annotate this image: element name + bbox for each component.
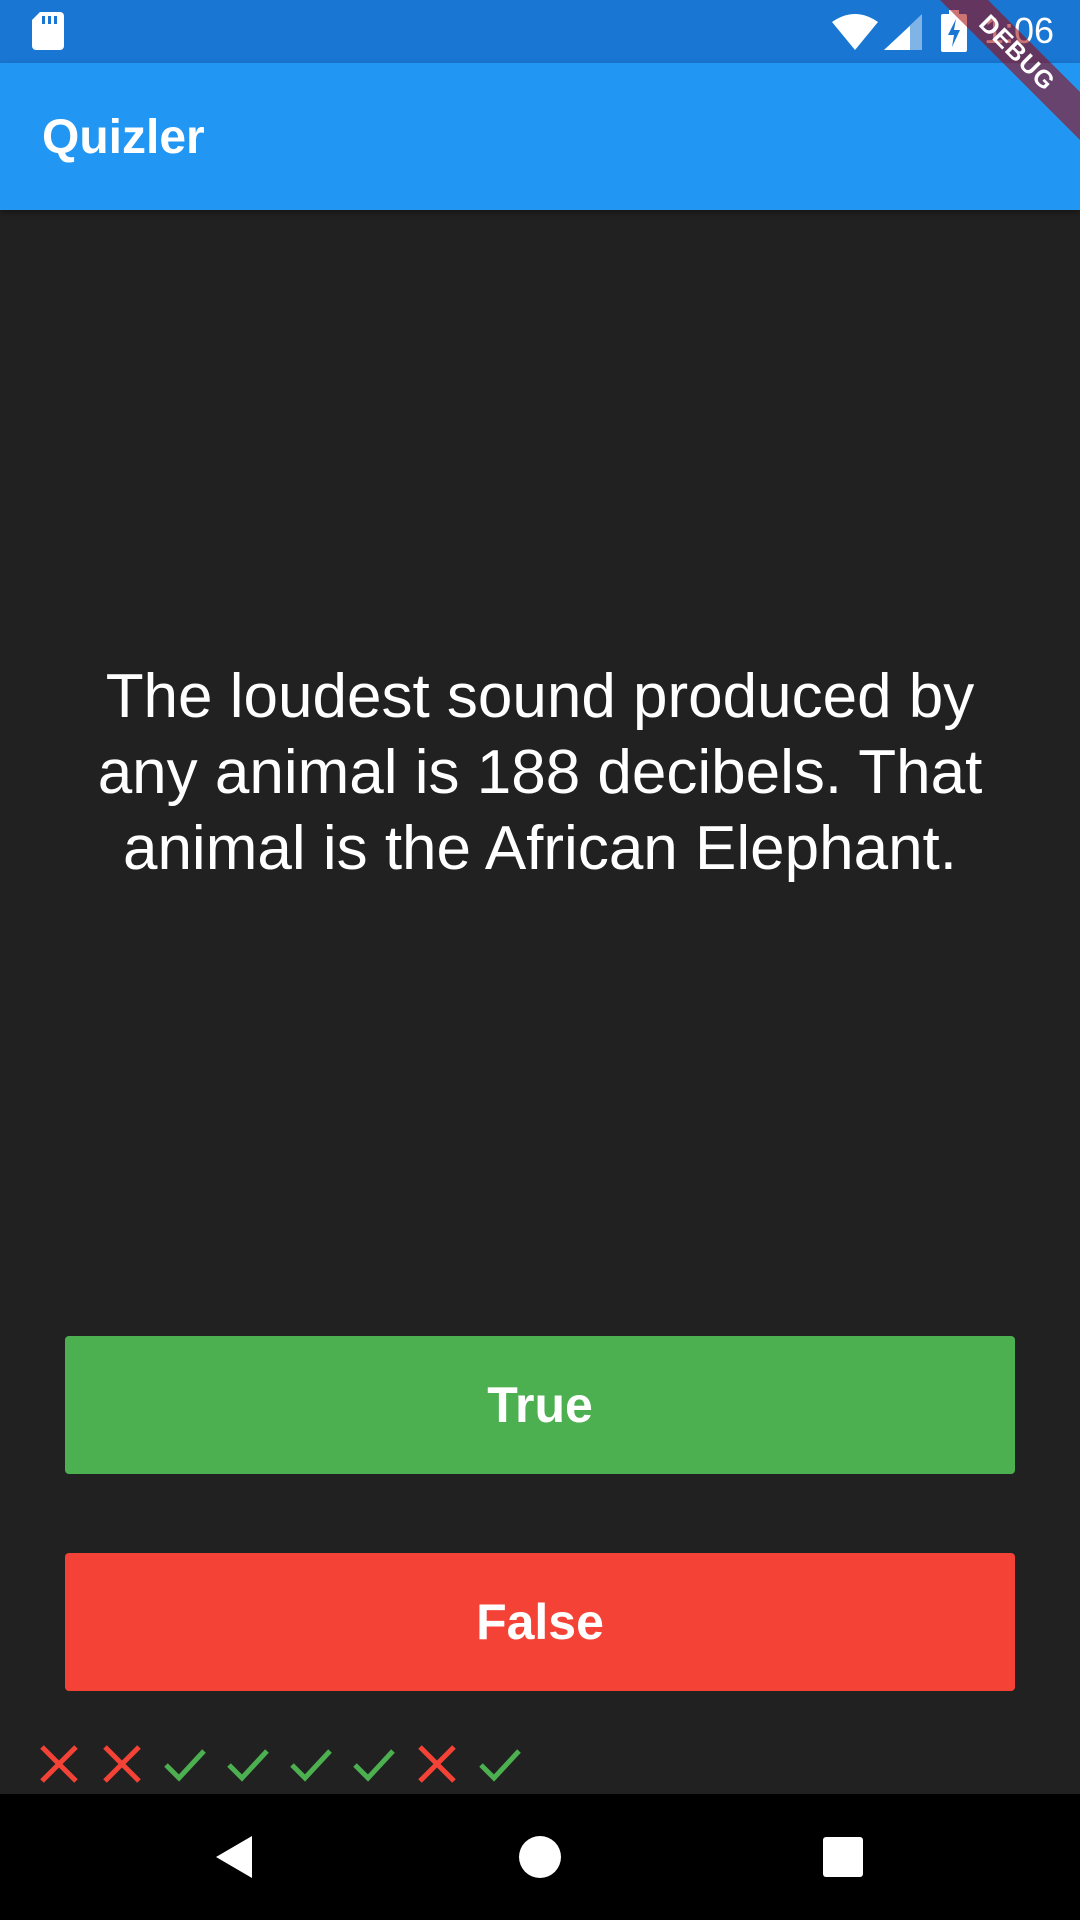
back-icon[interactable]: [212, 1832, 262, 1882]
close-icon: [36, 1737, 99, 1791]
check-icon: [225, 1737, 288, 1791]
check-icon: [162, 1737, 225, 1791]
app-title: Quizler: [42, 111, 205, 164]
check-icon: [288, 1737, 351, 1791]
close-icon: [414, 1737, 477, 1791]
sd-card-icon: [32, 12, 64, 50]
close-icon: [99, 1737, 162, 1791]
false-button[interactable]: False: [65, 1553, 1015, 1691]
check-icon: [477, 1737, 540, 1791]
score-keeper: [36, 1737, 540, 1791]
status-time: 1:06: [984, 10, 1055, 51]
check-icon: [351, 1737, 414, 1791]
signal-icon: [884, 14, 922, 50]
question-text: The loudest sound produced by any animal…: [97, 661, 983, 883]
true-button[interactable]: True: [65, 1336, 1015, 1474]
recents-icon[interactable]: [818, 1832, 868, 1882]
status-bar: 1:06: [0, 0, 1080, 63]
app-bar: Quizler: [0, 63, 1080, 210]
navigation-bar: [0, 1794, 1080, 1920]
battery-charging-icon: [941, 10, 967, 52]
question-area: The loudest sound produced by any animal…: [0, 210, 1080, 1335]
wifi-icon: [832, 14, 878, 50]
home-icon[interactable]: [515, 1832, 565, 1882]
